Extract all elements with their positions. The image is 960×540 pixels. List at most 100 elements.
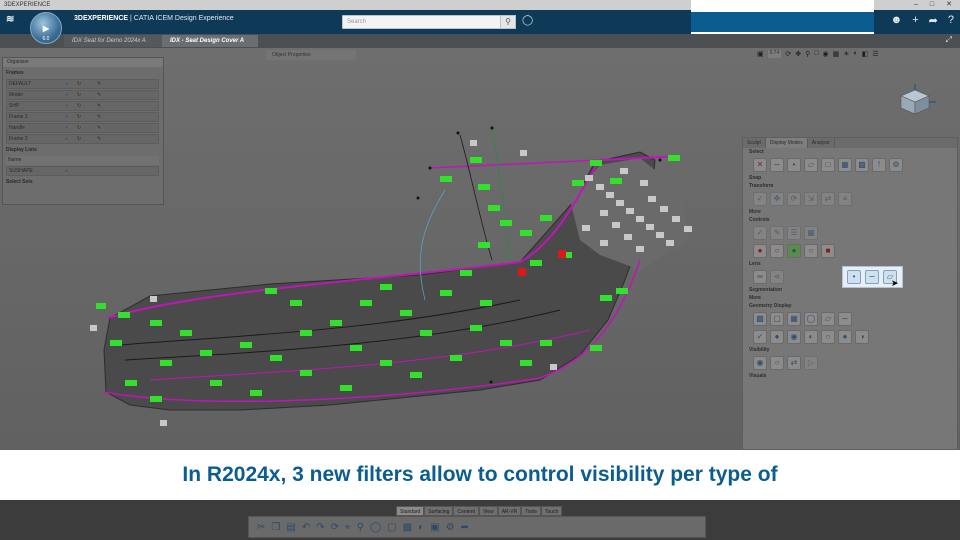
- display-lists-section[interactable]: Display Lists: [3, 146, 163, 155]
- filter-tag-icon[interactable]: ■: [821, 244, 835, 258]
- tab-sculpt[interactable]: Sculpt: [743, 138, 766, 148]
- rotate-tool-icon[interactable]: ⟳: [787, 192, 801, 206]
- search-tool-icon[interactable]: ⚲: [357, 522, 364, 533]
- align-icon[interactable]: ≡: [838, 192, 852, 206]
- cut-icon[interactable]: ✂: [257, 522, 265, 533]
- section-snap[interactable]: Snap: [743, 174, 957, 182]
- tab-view[interactable]: View: [478, 506, 498, 516]
- list-icon[interactable]: ☰: [787, 226, 801, 240]
- edit-icon[interactable]: ✎: [97, 91, 101, 99]
- visibility-icon[interactable]: ●: [65, 91, 77, 99]
- maximize-icon[interactable]: ⤢: [946, 35, 952, 45]
- view-cube-tool-icon[interactable]: ▩: [403, 522, 412, 533]
- pan-icon[interactable]: ✥: [795, 50, 801, 58]
- edit-icon[interactable]: ✎: [97, 113, 101, 121]
- redo-icon[interactable]: ↷: [316, 522, 324, 533]
- tab-touch[interactable]: Touch: [540, 506, 563, 516]
- material-blue-icon[interactable]: ◉: [787, 330, 801, 344]
- tab-seat-design-cover[interactable]: IDX - Seat Design Cover A: [162, 35, 258, 47]
- settings-icon[interactable]: ⚙: [446, 522, 455, 533]
- capture-icon[interactable]: ▣: [430, 522, 439, 533]
- section-visuals[interactable]: Visuals: [743, 372, 957, 380]
- select-frame-icon[interactable]: □: [821, 158, 835, 172]
- material-chrome-icon[interactable]: ◐: [804, 330, 818, 344]
- grid-icon[interactable]: ▦: [833, 50, 840, 58]
- visibility-icon[interactable]: ●: [65, 167, 77, 175]
- display-list-name-field[interactable]: Name: [6, 156, 159, 165]
- edit-icon[interactable]: ✎: [770, 226, 784, 240]
- tab-content[interactable]: Content: [453, 506, 479, 516]
- display-surface-icon[interactable]: ▱: [821, 312, 835, 326]
- hide-icon[interactable]: ○: [770, 356, 784, 370]
- add-icon[interactable]: +: [912, 14, 918, 27]
- select-group-icon[interactable]: ▦: [838, 158, 852, 172]
- check-icon[interactable]: ✓: [753, 330, 767, 344]
- more-icon[interactable]: ☰: [872, 50, 878, 58]
- display-cylinder-icon[interactable]: ◯: [804, 312, 818, 326]
- wireframe-icon[interactable]: ▢: [770, 312, 784, 326]
- edit-icon[interactable]: ✎: [97, 135, 101, 143]
- tree-icon[interactable]: ⋖: [770, 270, 784, 284]
- zoom-icon[interactable]: ⚲: [805, 50, 810, 58]
- select-point-icon[interactable]: •: [787, 158, 801, 172]
- frame-row[interactable]: DEFAULT ● ↻ ✎: [6, 79, 159, 89]
- deselect-icon[interactable]: ✕: [753, 158, 767, 172]
- display-curve-icon[interactable]: ∽: [838, 312, 852, 326]
- frame-row[interactable]: Frame 2 ● ↻ ✎: [6, 134, 159, 144]
- tab-display-modes[interactable]: Display Modes: [765, 138, 808, 148]
- ds-logo-icon[interactable]: ≋: [6, 14, 14, 25]
- select-settings-icon[interactable]: ⚙: [889, 158, 903, 172]
- edit-icon[interactable]: ✎: [97, 102, 101, 110]
- frame-row-actions[interactable]: ↻: [77, 80, 97, 88]
- section-visibility[interactable]: Visibility: [743, 346, 957, 354]
- frame-row[interactable]: Handle ● ↻ ✎: [6, 123, 159, 133]
- shaded-icon[interactable]: ▩: [753, 312, 767, 326]
- visibility-icon[interactable]: ●: [65, 102, 77, 110]
- material-wood-icon[interactable]: ◑: [855, 330, 869, 344]
- section-more-2[interactable]: More: [743, 294, 957, 302]
- display-mesh-icon[interactable]: ▦: [787, 312, 801, 326]
- tab-ar-vr[interactable]: AR-VR: [497, 506, 522, 516]
- select-surface-icon[interactable]: ▱: [804, 158, 818, 172]
- rotate-icon[interactable]: ⟳: [785, 50, 791, 58]
- frame-row-actions[interactable]: ↻: [77, 91, 97, 99]
- link-icon[interactable]: ∞: [753, 270, 767, 284]
- paste-icon[interactable]: ▤: [286, 522, 295, 533]
- view-cube-icon[interactable]: [893, 82, 937, 118]
- update-icon[interactable]: ⟳: [331, 522, 339, 533]
- filter-red-icon[interactable]: ●: [753, 244, 767, 258]
- help-icon[interactable]: ?: [948, 14, 954, 27]
- light-icon[interactable]: ☀: [843, 50, 849, 58]
- tab-seat-for-demo[interactable]: IDX Seat for Demo 2024x A: [64, 35, 162, 47]
- visibility-icon[interactable]: ●: [65, 124, 77, 132]
- close-icon[interactable]: ✕: [946, 0, 952, 10]
- filter-points-icon[interactable]: •: [847, 270, 861, 284]
- edit-icon[interactable]: ✎: [97, 80, 101, 88]
- tag-icon[interactable]: ◯: [522, 15, 533, 26]
- show-icon[interactable]: ◉: [753, 356, 767, 370]
- fit-all-icon[interactable]: ▢: [387, 522, 396, 533]
- section-geometry-display[interactable]: Geometry Display: [743, 302, 957, 310]
- section-controls[interactable]: Controls: [743, 216, 957, 224]
- filter-visibility-icon[interactable]: ▷: [804, 356, 818, 370]
- frame-row[interactable]: Frame 1 ● ↻ ✎: [6, 112, 159, 122]
- select-sets-section[interactable]: Select Sets: [3, 178, 163, 187]
- move-icon[interactable]: ✥: [770, 192, 784, 206]
- publish-icon[interactable]: ➦: [461, 522, 469, 533]
- search-input[interactable]: Search: [342, 15, 516, 29]
- tab-standard[interactable]: Standard: [396, 506, 425, 516]
- user-icon[interactable]: ☻: [891, 14, 903, 27]
- filter-remove-icon[interactable]: ○: [770, 244, 784, 258]
- material-grey-icon[interactable]: ○: [821, 330, 835, 344]
- frame-row-actions[interactable]: ↻: [77, 113, 97, 121]
- tab-analyse[interactable]: Analyse: [808, 138, 835, 148]
- view-icon[interactable]: ◉: [822, 50, 828, 58]
- frame-row-actions[interactable]: ↻: [77, 135, 97, 143]
- select-all-icon[interactable]: ▩: [855, 158, 869, 172]
- measure-icon[interactable]: ⌖: [345, 522, 351, 533]
- scale-icon[interactable]: ⇲: [804, 192, 818, 206]
- visibility-icon[interactable]: ●: [65, 135, 77, 143]
- share-icon[interactable]: ➦: [929, 14, 938, 27]
- zoom-level[interactable]: 0.74: [767, 50, 782, 58]
- edit-icon[interactable]: ✎: [97, 124, 101, 132]
